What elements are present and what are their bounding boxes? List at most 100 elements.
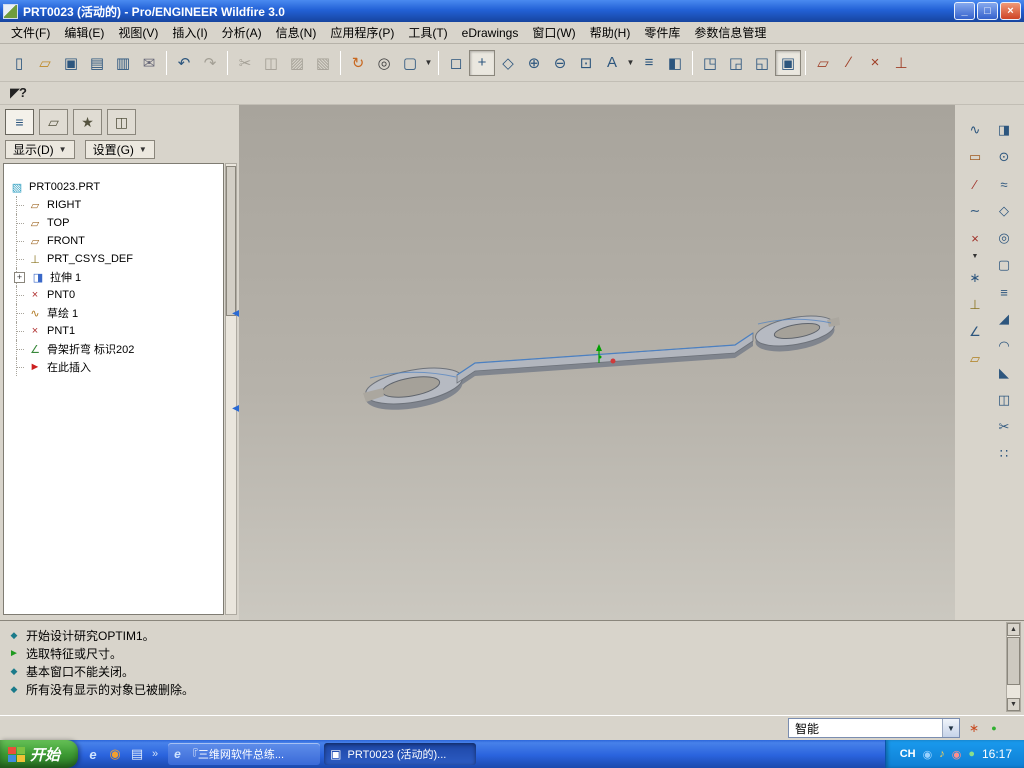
tree-item[interactable]: ▧ PRT0023.PRT xyxy=(4,178,223,196)
find-icon[interactable]: ◎ xyxy=(371,50,397,76)
repaint-icon[interactable]: ◻ xyxy=(443,50,469,76)
volume-icon[interactable]: ♪ xyxy=(939,748,945,760)
tree-settings-button[interactable]: 设置(G) ▼ xyxy=(84,140,155,159)
tree-item[interactable]: + ◨ 拉伸 1 xyxy=(4,268,223,286)
tree-item[interactable]: ▱ TOP xyxy=(4,214,223,232)
connections-tab[interactable]: ◫ xyxy=(107,109,136,135)
draft-tool-icon[interactable]: ◢ xyxy=(993,308,1015,330)
chevron-down-icon[interactable]: ▼ xyxy=(423,50,434,76)
show-desktop-icon[interactable]: ▤ xyxy=(128,745,146,763)
zoom-fit-icon[interactable]: ⊡ xyxy=(573,50,599,76)
zoom-out-icon[interactable]: ⊖ xyxy=(547,50,573,76)
selection-filter-dropdown[interactable]: 智能 ▼ xyxy=(788,718,960,738)
context-help-icon[interactable]: ◤? xyxy=(10,85,27,101)
find-tool-icon[interactable]: ∗ xyxy=(966,720,982,736)
tree-item[interactable]: × PNT0 xyxy=(4,286,223,304)
menu-window[interactable]: 窗口(W) xyxy=(525,21,582,44)
menu-help[interactable]: 帮助(H) xyxy=(583,21,638,44)
undo-icon[interactable]: ↶ xyxy=(171,50,197,76)
graphics-area[interactable] xyxy=(239,105,955,620)
email-icon[interactable]: ✉ xyxy=(136,50,162,76)
ie-icon[interactable]: e xyxy=(84,745,102,763)
taskbar-item-proe[interactable]: ▣ PRT0023 (活动的)... xyxy=(324,743,477,765)
menu-file[interactable]: 文件(F) xyxy=(4,21,57,44)
datum-point-tool-icon[interactable]: × xyxy=(964,227,986,249)
spin-center-icon[interactable]: + xyxy=(469,49,495,76)
power-icon[interactable]: ● xyxy=(968,748,975,760)
tree-item[interactable]: ⊥ PRT_CSYS_DEF xyxy=(4,250,223,268)
security-icon[interactable]: ◉ xyxy=(952,748,962,761)
layers-icon[interactable]: ≡ xyxy=(636,50,662,76)
csys-tool-icon[interactable]: ⊥ xyxy=(964,294,986,316)
tree-item[interactable]: ▱ FRONT xyxy=(4,232,223,250)
tree-item[interactable]: ∠ 骨架折弯 标识202 xyxy=(4,340,223,358)
chamfer-tool-icon[interactable]: ◣ xyxy=(993,362,1015,384)
datum-point-display-icon[interactable]: × xyxy=(862,50,888,76)
scroll-up-icon[interactable]: ▲ xyxy=(1007,623,1020,636)
tree-item[interactable]: ► 在此插入 xyxy=(4,358,223,376)
menu-info[interactable]: 信息(N) xyxy=(269,21,324,44)
minimize-button[interactable]: _ xyxy=(954,2,975,20)
analysis-tool-icon[interactable]: ∠ xyxy=(964,321,986,343)
favorites-tab[interactable]: ★ xyxy=(73,109,102,135)
scroll-down-icon[interactable]: ▼ xyxy=(1007,698,1020,711)
paste-icon[interactable]: ▨ xyxy=(284,50,310,76)
chevron-down-icon[interactable]: ▼ xyxy=(942,719,959,737)
wrench-model[interactable] xyxy=(363,311,840,416)
datum-plane-display-icon[interactable]: ▱ xyxy=(810,50,836,76)
sketch-tool-icon[interactable]: ▱ xyxy=(964,348,986,370)
overflow-chevron-icon[interactable]: » xyxy=(150,748,160,760)
style-tool-icon[interactable]: ∿ xyxy=(964,119,986,141)
field-point-tool-icon[interactable]: ∗ xyxy=(964,267,986,289)
window-2-icon[interactable]: ◲ xyxy=(723,50,749,76)
blend-tool-icon[interactable]: ◇ xyxy=(993,200,1015,222)
revolve-tool-icon[interactable]: ⊙ xyxy=(993,146,1015,168)
menu-insert[interactable]: 插入(I) xyxy=(165,21,214,44)
window-3-icon[interactable]: ◱ xyxy=(749,50,775,76)
menu-edit[interactable]: 编辑(E) xyxy=(57,21,111,44)
menu-param-info[interactable]: 参数信息管理 xyxy=(687,21,773,44)
extrude-tool-icon[interactable]: ◨ xyxy=(993,119,1015,141)
print-drawing-icon[interactable]: ▥ xyxy=(110,50,136,76)
tree-show-button[interactable]: 显示(D) ▼ xyxy=(5,140,75,159)
menu-part-library[interactable]: 零件库 xyxy=(637,21,687,44)
chevron-down-icon[interactable]: ▼ xyxy=(972,253,979,262)
tree-item[interactable]: × PNT1 xyxy=(4,322,223,340)
cut-icon[interactable]: ✂ xyxy=(232,50,258,76)
zoom-in-icon[interactable]: ⊕ xyxy=(521,50,547,76)
taskbar-item-browser[interactable]: e 『三维网软件总练... xyxy=(168,743,321,765)
tree-item[interactable]: ▱ RIGHT xyxy=(4,196,223,214)
messenger-icon[interactable]: ◉ xyxy=(923,748,933,761)
menu-tools[interactable]: 工具(T) xyxy=(401,21,454,44)
print-icon[interactable]: ▤ xyxy=(84,50,110,76)
chevron-down-icon[interactable]: ▼ xyxy=(625,50,636,76)
paste-special-icon[interactable]: ▧ xyxy=(310,50,336,76)
datum-axis-display-icon[interactable]: ∕ xyxy=(836,50,862,76)
menu-analysis[interactable]: 分析(A) xyxy=(215,21,269,44)
active-window-icon[interactable]: ▣ xyxy=(775,49,801,76)
menu-applications[interactable]: 应用程序(P) xyxy=(323,21,401,44)
csys-display-icon[interactable]: ⊥ xyxy=(888,50,914,76)
menu-view[interactable]: 视图(V) xyxy=(111,21,165,44)
orient-mode-icon[interactable]: ◇ xyxy=(495,50,521,76)
datum-plane-tool-icon[interactable]: ▭ xyxy=(964,146,986,168)
start-button[interactable]: 开始 xyxy=(0,740,79,768)
pattern-tool-icon[interactable]: ∷ xyxy=(993,443,1015,465)
curve-tool-icon[interactable]: ∼ xyxy=(964,200,986,222)
round-tool-icon[interactable]: ◠ xyxy=(993,335,1015,357)
save-icon[interactable]: ▣ xyxy=(58,50,84,76)
datum-axis-tool-icon[interactable]: ∕ xyxy=(964,173,986,195)
sweep-tool-icon[interactable]: ≈ xyxy=(993,173,1015,195)
input-language-indicator[interactable]: CH xyxy=(900,748,916,760)
saved-views-icon[interactable]: A xyxy=(599,50,625,76)
expand-icon[interactable]: + xyxy=(14,271,25,283)
maximize-button[interactable]: □ xyxy=(977,2,998,20)
menu-edrawings[interactable]: eDrawings xyxy=(455,23,526,43)
message-scrollbar[interactable]: ▲ ▼ xyxy=(1006,622,1021,712)
tree-scrollbar[interactable] xyxy=(225,163,237,615)
close-button[interactable]: × xyxy=(1000,2,1021,20)
tree-item[interactable]: ∿ 草绘 1 xyxy=(4,304,223,322)
rib-tool-icon[interactable]: ≡ xyxy=(993,281,1015,303)
redo-icon[interactable]: ↷ xyxy=(197,50,223,76)
scrollbar-thumb[interactable] xyxy=(1007,637,1020,685)
